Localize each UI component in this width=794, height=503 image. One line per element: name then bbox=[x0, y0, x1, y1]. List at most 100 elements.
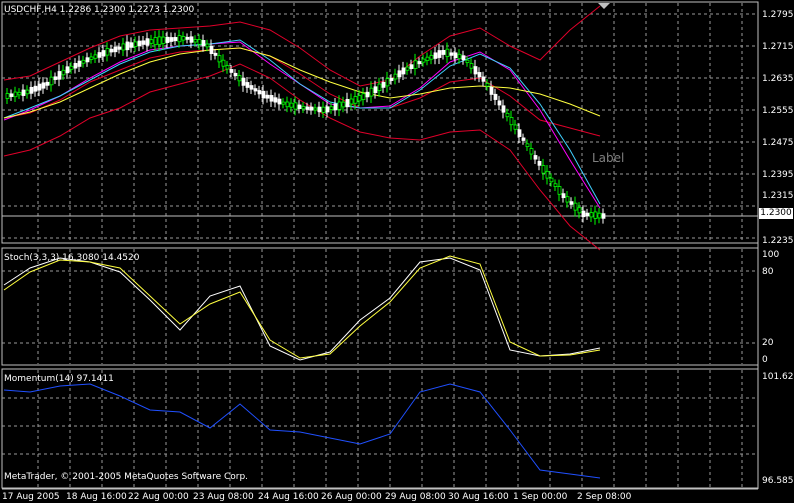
candle-body bbox=[105, 48, 110, 56]
momentum-panel-frame bbox=[1, 368, 759, 489]
candle-body bbox=[253, 88, 258, 92]
candle-body bbox=[101, 50, 106, 57]
candle-body bbox=[493, 93, 498, 100]
candle-body bbox=[73, 63, 78, 69]
time-axis-label: 30 Aug 16:00 bbox=[448, 492, 509, 502]
candle-body bbox=[285, 101, 290, 108]
candle-body bbox=[49, 76, 54, 86]
candle-body bbox=[557, 186, 562, 195]
time-axis-label: 1 Sep 00:00 bbox=[513, 492, 568, 502]
price-axis-label: 1.2475 bbox=[762, 138, 794, 148]
candle-body bbox=[469, 63, 474, 69]
price-axis-label: 1.2795 bbox=[762, 10, 794, 20]
candle-body bbox=[377, 83, 382, 91]
candle-body bbox=[317, 106, 322, 113]
candle-body bbox=[429, 54, 434, 60]
candle-body bbox=[417, 61, 422, 65]
candle-body bbox=[457, 53, 462, 60]
candle-body bbox=[181, 36, 186, 41]
current-price-marker: 1.2300 bbox=[759, 208, 793, 219]
candle-body bbox=[333, 103, 338, 111]
candle-body bbox=[449, 52, 454, 56]
candle-body bbox=[589, 212, 594, 218]
candle-body bbox=[525, 143, 530, 148]
candle-body bbox=[513, 124, 518, 130]
price-axis-label: 1.2635 bbox=[762, 74, 794, 84]
candle-body bbox=[381, 81, 386, 88]
candle-body bbox=[545, 170, 550, 179]
candle-body bbox=[601, 213, 606, 219]
time-axis-label: 2 Sep 08:00 bbox=[577, 492, 632, 502]
candle-body bbox=[577, 207, 582, 214]
candle-body bbox=[93, 54, 98, 59]
stoch-main-line bbox=[3, 257, 601, 361]
candle-body bbox=[117, 46, 122, 50]
candle-body bbox=[173, 37, 178, 42]
candle-body bbox=[349, 98, 354, 105]
candle-body bbox=[305, 106, 310, 110]
candle-body bbox=[337, 101, 342, 110]
candle-body bbox=[409, 64, 414, 69]
candle-body bbox=[533, 155, 538, 160]
chart-canvas[interactable] bbox=[0, 0, 794, 503]
time-axis-label: 17 Aug 2005 bbox=[2, 492, 60, 502]
candle-body bbox=[541, 165, 546, 174]
price-axis-label: 1.2715 bbox=[762, 42, 794, 52]
candle-body bbox=[169, 37, 174, 42]
candle-body bbox=[245, 82, 250, 88]
candle-body bbox=[509, 117, 514, 126]
candle-body bbox=[17, 91, 22, 96]
candle-body bbox=[113, 46, 118, 53]
candle-body bbox=[341, 101, 346, 108]
candle-body bbox=[289, 102, 294, 108]
candle-body bbox=[85, 57, 90, 63]
candle-body bbox=[329, 106, 334, 110]
copyright-text: MetaTrader, © 2001-2005 MetaQuotes Softw… bbox=[4, 472, 249, 482]
candle-body bbox=[241, 77, 246, 86]
candle-body bbox=[29, 86, 34, 94]
candle-body bbox=[209, 45, 214, 54]
candle-body bbox=[365, 91, 370, 98]
candle-body bbox=[373, 86, 378, 94]
candle-body bbox=[25, 89, 30, 95]
candle-body bbox=[521, 137, 526, 141]
candle-body bbox=[561, 193, 566, 199]
candle-body bbox=[277, 98, 282, 105]
candle-body bbox=[177, 35, 182, 43]
candle-body bbox=[597, 212, 602, 219]
candle-body bbox=[445, 48, 450, 57]
candle-body bbox=[313, 107, 318, 111]
candle-body bbox=[89, 56, 94, 60]
bollinger-lower bbox=[3, 63, 601, 251]
candle-body bbox=[433, 52, 438, 59]
candle-body bbox=[389, 77, 394, 81]
chart-object-label[interactable]: Label bbox=[592, 151, 624, 165]
candle-body bbox=[193, 39, 198, 43]
candle-body bbox=[425, 56, 430, 61]
candle-body bbox=[109, 48, 114, 53]
candle-body bbox=[473, 66, 478, 75]
momentum-level-label: 101.623 bbox=[762, 372, 794, 382]
price-axis-label: 1.2315 bbox=[762, 191, 794, 201]
stoch-panel-frame bbox=[1, 247, 759, 366]
candle-body bbox=[573, 202, 578, 211]
candle-body bbox=[153, 37, 158, 46]
candle-body bbox=[77, 60, 82, 67]
candle-body bbox=[265, 94, 270, 99]
candle-body bbox=[213, 52, 218, 56]
candle-body bbox=[161, 36, 166, 44]
time-axis-label: 22 Aug 00:00 bbox=[128, 492, 189, 502]
candle-body bbox=[141, 40, 146, 45]
candle-body bbox=[189, 36, 194, 43]
candle-body bbox=[453, 52, 458, 59]
candle-body bbox=[309, 106, 314, 111]
candle-body bbox=[137, 40, 142, 47]
candle-body bbox=[129, 42, 134, 48]
candle-body bbox=[229, 69, 234, 73]
candle-body bbox=[61, 69, 66, 76]
stoch-level-label: 0 bbox=[762, 355, 768, 365]
candle-body bbox=[505, 112, 510, 118]
candle-body bbox=[41, 82, 46, 89]
time-axis-label: 26 Aug 00:00 bbox=[321, 492, 382, 502]
candle-body bbox=[5, 93, 10, 99]
